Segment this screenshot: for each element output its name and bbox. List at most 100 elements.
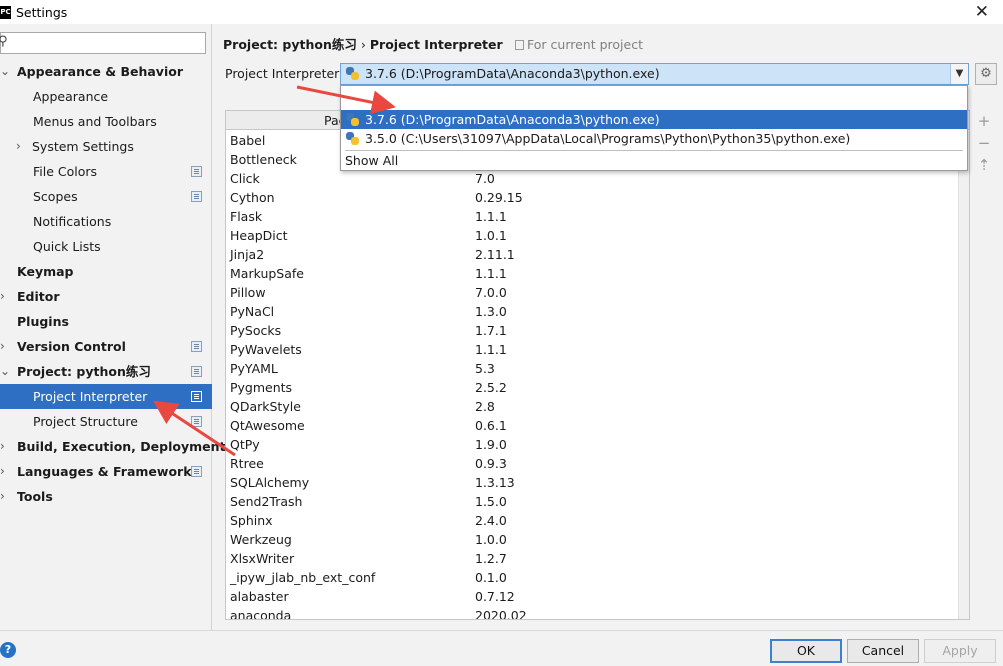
interpreter-option[interactable]: 3.7.6 (D:\ProgramData\Anaconda3\python.e… [341, 110, 967, 129]
package-name: Werkzeug [230, 532, 292, 547]
sidebar-item[interactable]: Notifications [0, 209, 212, 234]
settings-search[interactable]: ⚲ [0, 32, 206, 54]
breadcrumb-separator: › [360, 37, 366, 52]
scope-label: For current project [527, 37, 643, 52]
table-row[interactable]: QtPy 1.9.0 [226, 435, 959, 454]
package-name: Jinja2 [230, 247, 265, 262]
package-version: 1.1.1 [475, 209, 507, 224]
sidebar-item[interactable]: › Build, Execution, Deployment [0, 434, 225, 459]
help-icon[interactable]: ? [0, 642, 16, 658]
settings-sidebar: ⚲ ⌄ Appearance & Behavior Appearance Menus … [0, 24, 225, 630]
sidebar-item[interactable]: Project Structure [0, 409, 212, 434]
sidebar-item[interactable]: › System Settings [0, 134, 212, 159]
chevron-right-icon[interactable]: › [0, 484, 10, 509]
sidebar-item[interactable]: Quick Lists [0, 234, 212, 259]
table-row[interactable]: QDarkStyle 2.8 [226, 397, 959, 416]
table-row[interactable]: HeapDict 1.0.1 [226, 226, 959, 245]
sidebar-item[interactable]: › Editor [0, 284, 212, 309]
package-name: Babel [230, 133, 266, 148]
package-version: 1.5.0 [475, 494, 507, 509]
chevron-right-icon[interactable]: › [0, 334, 10, 359]
dropdown-divider [345, 150, 963, 151]
chevron-right-icon[interactable]: › [0, 284, 10, 309]
table-row[interactable]: Cython 0.29.15 [226, 188, 959, 207]
table-row[interactable]: Jinja2 2.11.1 [226, 245, 959, 264]
sidebar-item[interactable]: › Tools [0, 484, 212, 509]
remove-package-icon[interactable]: − [973, 132, 995, 154]
cancel-button[interactable]: Cancel [847, 639, 919, 663]
ok-button[interactable]: OK [770, 639, 842, 663]
interpreter-selected-value: 3.7.6 (D:\ProgramData\Anaconda3\python.e… [365, 66, 660, 81]
chevron-down-icon[interactable]: ⌄ [0, 59, 10, 84]
interpreter-dropdown: 3.7.6 (D:\ProgramData\Anaconda3\python.e… [340, 85, 968, 171]
table-row[interactable]: _ipyw_jlab_nb_ext_conf 0.1.0 [226, 568, 959, 587]
sidebar-item[interactable]: Project Interpreter [0, 384, 212, 409]
table-row[interactable]: Sphinx 2.4.0 [226, 511, 959, 530]
sidebar-item[interactable]: › Languages & Frameworks [0, 459, 212, 484]
chevron-down-icon[interactable]: ⌄ [0, 359, 10, 384]
package-version: 2.5.2 [475, 380, 507, 395]
gear-icon[interactable]: ⚙ [975, 63, 997, 85]
sidebar-item[interactable]: Menus and Toolbars [0, 109, 212, 134]
table-row[interactable]: Send2Trash 1.5.0 [226, 492, 959, 511]
sidebar-item[interactable]: ⌄ Project: python练习 [0, 359, 212, 384]
table-row[interactable]: PyYAML 5.3 [226, 359, 959, 378]
sidebar-item-label: Menus and Toolbars [33, 114, 157, 129]
search-input[interactable] [15, 33, 205, 53]
package-name: _ipyw_jlab_nb_ext_conf [230, 570, 376, 585]
table-row[interactable]: Click 7.0 [226, 169, 959, 188]
python-icon [346, 113, 359, 126]
sidebar-item[interactable]: Keymap [0, 259, 212, 284]
package-name: Sphinx [230, 513, 273, 528]
package-table: Pac Babel Bottleneck Click 7.0 Cython 0.29.15… [225, 110, 970, 620]
table-row[interactable]: QtAwesome 0.6.1 [226, 416, 959, 435]
table-row[interactable]: alabaster 0.7.12 [226, 587, 959, 606]
table-row[interactable]: Werkzeug 1.0.0 [226, 530, 959, 549]
package-name: XlsxWriter [230, 551, 295, 566]
package-name: PyYAML [230, 361, 278, 376]
interpreter-combo[interactable]: 3.7.6 (D:\ProgramData\Anaconda3\python.e… [340, 63, 969, 85]
table-row[interactable]: MarkupSafe 1.1.1 [226, 264, 959, 283]
table-scrollbar[interactable] [958, 131, 969, 619]
chevron-right-icon[interactable]: › [0, 459, 10, 484]
table-row[interactable]: Pygments 2.5.2 [226, 378, 959, 397]
table-row[interactable]: Pillow 7.0.0 [226, 283, 959, 302]
table-row[interactable]: PySocks 1.7.1 [226, 321, 959, 340]
sidebar-item[interactable]: Plugins [0, 309, 212, 334]
sidebar-item[interactable]: ⌄ Appearance & Behavior [0, 59, 212, 84]
apply-button[interactable]: Apply [924, 639, 996, 663]
interpreter-option[interactable]: 3.5.0 (C:\Users\31097\AppData\Local\Prog… [341, 129, 967, 148]
package-version: 1.0.1 [475, 228, 507, 243]
table-row[interactable]: Flask 1.1.1 [226, 207, 959, 226]
sidebar-item[interactable]: File Colors [0, 159, 212, 184]
table-row[interactable]: PyNaCl 1.3.0 [226, 302, 959, 321]
chevron-down-icon[interactable]: ▼ [950, 64, 968, 84]
add-package-icon[interactable]: + [973, 110, 995, 132]
table-row[interactable]: SQLAlchemy 1.3.13 [226, 473, 959, 492]
sidebar-item-label: Build, Execution, Deployment [17, 439, 226, 454]
sidebar-item-label: Quick Lists [33, 239, 101, 254]
chevron-right-icon[interactable]: › [0, 434, 10, 459]
table-row[interactable]: Rtree 0.9.3 [226, 454, 959, 473]
show-all-option[interactable]: Show All [345, 153, 398, 168]
upgrade-package-icon[interactable]: ⇡ [973, 154, 995, 176]
package-version: 0.6.1 [475, 418, 507, 433]
project-settings-icon [191, 466, 202, 477]
sidebar-item[interactable]: Appearance [0, 84, 212, 109]
table-row[interactable]: PyWavelets 1.1.1 [226, 340, 959, 359]
dialog-footer: ? OK Cancel Apply [0, 630, 1003, 666]
window-title: Settings [16, 4, 68, 20]
sidebar-item[interactable]: Scopes [0, 184, 212, 209]
chevron-right-icon[interactable]: › [16, 134, 26, 159]
table-row[interactable]: XlsxWriter 1.2.7 [226, 549, 959, 568]
sidebar-item-label: Project: python练习 [17, 364, 151, 379]
package-version: 1.2.7 [475, 551, 507, 566]
package-version: 2.8 [475, 399, 495, 414]
scope-note: For current project [515, 37, 643, 52]
interpreter-option-label: 3.7.6 (D:\ProgramData\Anaconda3\python.e… [365, 112, 660, 127]
dropdown-filter[interactable] [343, 88, 965, 108]
close-icon[interactable]: ✕ [975, 2, 989, 22]
sidebar-item[interactable]: › Version Control [0, 334, 212, 359]
sidebar-item-label: Editor [17, 289, 60, 304]
table-row[interactable]: anaconda 2020.02 [226, 606, 959, 619]
